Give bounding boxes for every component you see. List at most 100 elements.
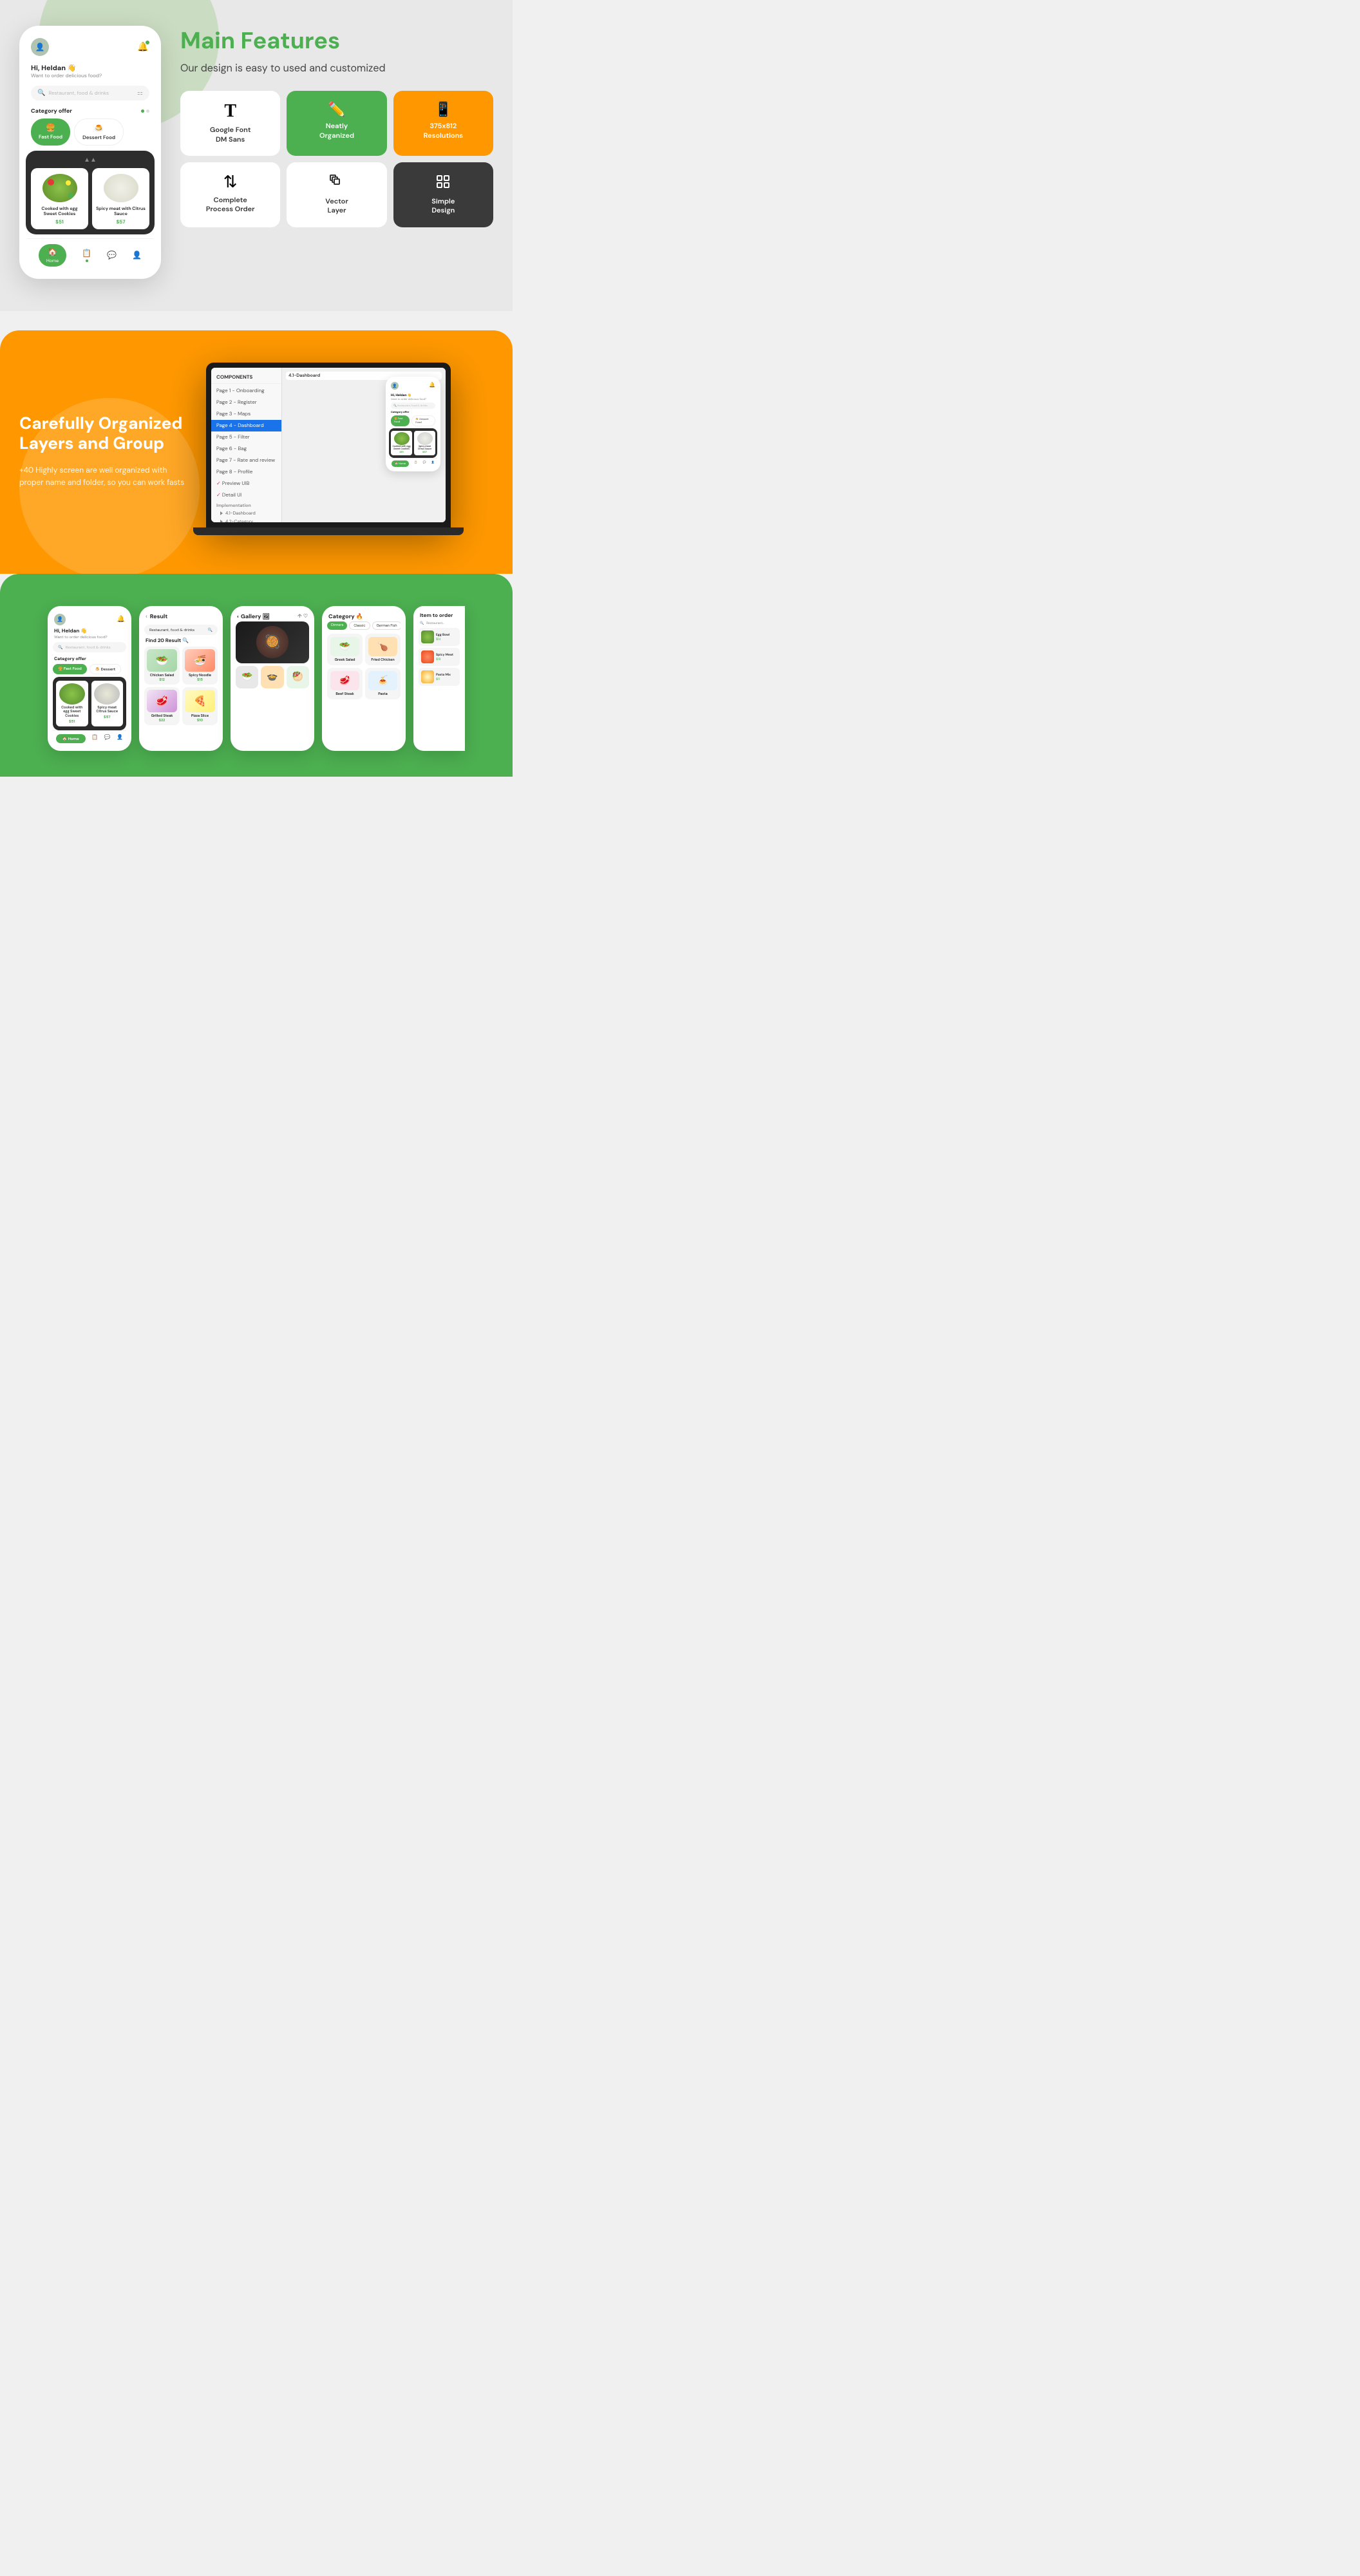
sp-result-label: Find 20 Result 🔍 [144,638,218,644]
sp-result-search[interactable]: Restaurant, food & drinks 🔍 [144,625,218,635]
sp-search-1[interactable]: 🔍 Restaurant, food & drinks [53,642,126,652]
phone-result: ‹ Result Restaurant, food & drinks 🔍 Fin… [139,606,223,751]
sp-cat-img-1: 🥗 [330,637,359,656]
sp-food-card-2: Spicy meat Citrus Sauce $57 [91,681,124,726]
figma-page-7[interactable]: Page 7 - Rate and review [211,455,281,466]
figma-page-3[interactable]: Page 3 - Maps [211,408,281,420]
nav-profile[interactable]: 👤 [132,250,142,260]
figma-page-6[interactable]: Page 6 - Bag [211,443,281,455]
fast-food-btn[interactable]: 🍔 Fast Food [31,118,70,146]
sp-food-price-1: $51 [59,719,86,724]
sp-result-card-1: 🥗 Chicken Salad $12 [144,647,180,685]
feature-label-process: CompleteProcess Order [206,196,255,214]
profile-icon: 👤 [132,250,142,260]
gallery-img-3: 🥙 [287,666,309,688]
sp-result-card-3: 🥩 Grilled Steak $22 [144,687,180,725]
phone-status-bar: 👤 🔔 [27,35,153,59]
sp-result-card-4: 🍕 Pizza Slice $10 [182,687,218,725]
nav-home[interactable]: 🏠 Home [39,244,66,267]
resolution-icon: 📱 [435,102,452,117]
figma-interface: COMPONENTS Page 1 - Onboarding Page 2 - … [211,368,446,522]
features-title: Main Features [180,26,493,56]
sp-cat-name-3: Beef Steak [330,692,359,696]
dot-inactive [146,109,149,113]
chevron-up: ▲▲ [31,156,149,164]
sp-nav-chat-icon: 💬 [104,734,111,743]
nav-orders[interactable]: 📋 [82,248,91,262]
home-icon: 🏠 [48,247,57,257]
sp-order-title: Item to order [419,612,460,621]
figma-detail[interactable]: ✓ Detail UI [211,489,281,501]
sp-cat-name-1: Greek Salad [330,658,359,662]
mini-fast-food: 🍔 Fast Food [391,415,410,426]
greeting-sub: Want to order delicious food? [31,73,149,79]
nav-chat[interactable]: 💬 [107,250,117,260]
home-label: Home [46,258,59,264]
sp-result-img-1: 🥗 [147,649,177,672]
food-price-2: $57 [96,219,146,225]
dessert-food-btn[interactable]: 🍮 Dessert Food [74,118,124,146]
phone-search-bar[interactable]: 🔍 Restaurant, food & drinks ⚏ [31,86,149,100]
sp-order-img-2 [421,650,434,663]
category-dots [141,109,149,113]
sp-order-price-3: $11 [436,677,457,681]
laptop-base [193,527,464,535]
filter-german[interactable]: German Fish [372,621,401,630]
filter-classic[interactable]: Classic [349,621,370,630]
sp-food-card-1: Cooked with egg Sweet Cookies $51 [56,681,88,726]
sp-order-img-3 [421,670,434,683]
figma-page-1[interactable]: Page 1 - Onboarding [211,385,281,397]
sp-result-grid: 🥗 Chicken Salad $12 🍜 Spicy Noodle $15 🥩… [144,647,218,725]
sp-order-item-3: Pasta Mix $11 [419,668,460,686]
mini-food-price-1: $51 [392,451,411,454]
sp-result-card-2: 🍜 Spicy Noodle $15 [182,647,218,685]
food-bowl-green [42,174,77,202]
sp-nav-home[interactable]: 🏠 Home [56,734,86,743]
sp-cat-card-1: 🥗 Greek Salad [327,634,363,665]
sp-order-info-3: Pasta Mix $11 [436,672,457,681]
mini-food-name-1: Cooked with egg Sweet Cookies [392,446,411,451]
category-title-text: Category 🔥 [328,612,363,620]
food-dot-red [48,179,54,185]
figma-page-5[interactable]: Page 5 - Filter [211,431,281,443]
sp-dessert[interactable]: 🍮 Dessert [90,664,121,674]
feature-label-organized: NeatlyOrganized [319,122,354,140]
feature-process-order: ⇅ CompleteProcess Order [180,162,280,227]
notification-dot [146,41,149,44]
mini-food-img-2 [417,432,433,445]
fast-food-icon: 🍔 [46,122,55,133]
gallery-img-1: 🥗 [236,666,258,688]
mini-dark-section: Cooked with egg Sweet Cookies $51 Spicy … [389,428,437,458]
features-right: Main Features Our design is easy to used… [180,26,493,279]
result-search-text: Restaurant, food & drinks [149,627,194,632]
figma-sub-1[interactable]: 4.1-Dashboard [211,509,281,518]
sp-gallery-main-img: 🥘 [236,621,309,663]
sp-greeting-1: Hi, Heldan 👋 [53,628,126,634]
figma-page-2[interactable]: Page 2 - Register [211,397,281,408]
figma-page-4[interactable]: Page 4 - Dashboard [211,420,281,431]
result-search-icon: 🔍 [208,627,212,632]
figma-sidebar: COMPONENTS Page 1 - Onboarding Page 2 - … [211,368,282,522]
figma-page-8[interactable]: Page 8 - Profile [211,466,281,478]
laptop-mockup: COMPONENTS Page 1 - Onboarding Page 2 - … [206,363,451,527]
sp-cat-card-2: 🍗 Fried Chicken [365,634,401,665]
figma-sub-2[interactable]: 4.2-Category [211,518,281,522]
figma-preview[interactable]: ✓ Preview UIB [211,478,281,489]
phone-mockup: 👤 🔔 Hi, Heldan 👋 Want to order delicious… [19,26,161,279]
organized-section: Carefully Organized Layers and Group +40… [0,330,513,574]
sp-food-img-2 [94,683,120,705]
filter-dinners[interactable]: Dinners [327,621,347,630]
sp-fast-food[interactable]: 🍔 Fast Food [53,664,87,674]
phone-order: Item to order 🔍 Restaurant... Egg Bowl $… [413,606,465,751]
mini-food-img-1 [394,432,410,445]
mini-food-name-2: Spicy meat Citrus Sauce [415,446,434,451]
notification-bell: 🔔 [137,41,149,53]
sp-result-img-2: 🍜 [185,649,215,672]
mini-nav-chat: 💬 [423,460,426,467]
greeting-name: Hi, Heldan 👋 [31,64,149,73]
sp-sub-1: Want to order delicious food? [53,634,126,639]
mini-sub: Want to order delicious food? [389,398,437,401]
vector-icon [329,174,345,192]
mini-nav-home: 🏠 Home [392,460,409,467]
gallery-img-2: 🍲 [261,666,283,688]
